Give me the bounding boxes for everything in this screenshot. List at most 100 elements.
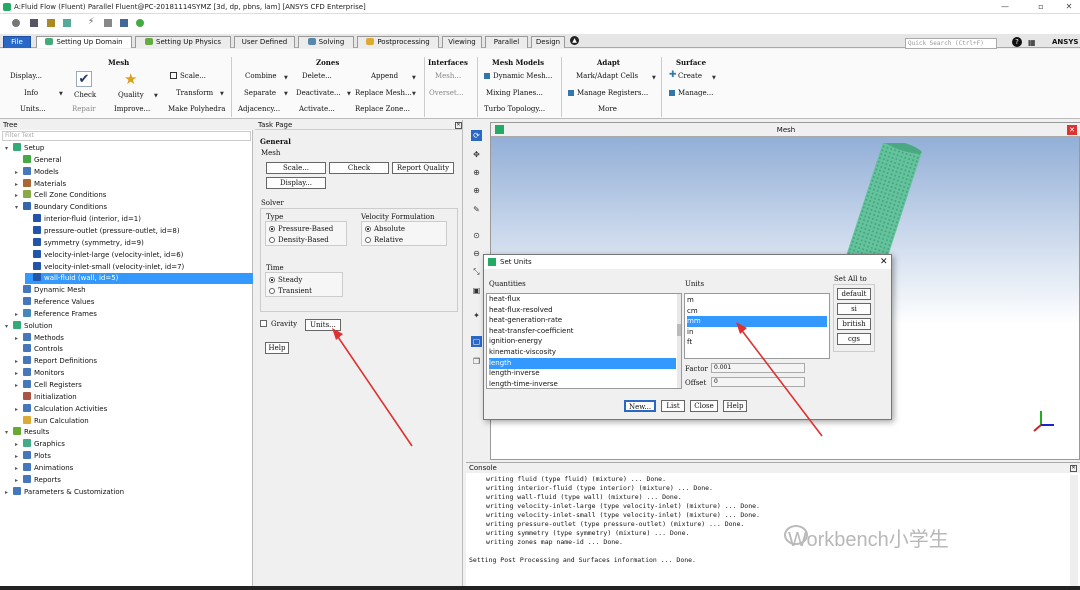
write-icon[interactable] (47, 19, 55, 27)
tree-item[interactable]: ▸ Materials (15, 178, 66, 190)
separate-dropdown-icon[interactable]: ▼ (284, 91, 288, 97)
tree-filter-input[interactable]: Filter Text (2, 131, 251, 141)
rotate-icon[interactable]: ⟳ (471, 130, 482, 141)
mesh-window-close-icon[interactable]: ✕ (1067, 125, 1077, 135)
console-scrollbar[interactable] (1070, 475, 1078, 589)
offset-field[interactable]: 0 (711, 377, 805, 387)
quantity-item[interactable]: heat-flux-resolved (489, 305, 676, 316)
tree-item[interactable]: ▾ Results (5, 427, 49, 438)
tree-item[interactable]: ▸ Reference Frames (15, 308, 97, 320)
expand-arrow-icon[interactable]: ▸ (15, 451, 23, 462)
quantities-scroll-thumb[interactable] (677, 324, 681, 336)
help-question-icon[interactable]: ? (1012, 37, 1022, 47)
set-all-si-button[interactable]: si (837, 303, 871, 315)
tree-item[interactable]: symmetry (symmetry, id=9) (25, 237, 144, 249)
surface-create-button[interactable]: Create (678, 72, 702, 80)
expand-arrow-icon[interactable]: ▸ (15, 380, 23, 391)
combine-dropdown-icon[interactable]: ▼ (284, 75, 288, 81)
dynamic-mesh-button[interactable]: Dynamic Mesh... (493, 72, 552, 80)
replace-mesh-dropdown-icon[interactable]: ▼ (412, 91, 416, 97)
gravity-checkbox[interactable] (260, 320, 267, 327)
set-all-british-button[interactable]: british (837, 318, 871, 330)
quantities-scrollbar[interactable] (677, 294, 681, 388)
units-button[interactable]: Units... (305, 319, 341, 331)
quantity-item[interactable]: length-time-inverse (489, 379, 676, 388)
replace-mesh-button[interactable]: Replace Mesh... (355, 89, 412, 97)
tab-solving[interactable]: Solving (298, 36, 354, 48)
pan-icon[interactable]: ✥ (471, 149, 482, 160)
unit-item[interactable]: mm (687, 316, 827, 328)
list-button[interactable]: List (661, 400, 685, 412)
mark-adapt-dropdown-icon[interactable]: ▼ (652, 75, 656, 81)
zones-delete-button[interactable]: Delete... (302, 72, 332, 80)
pressure-based-radio[interactable]: Pressure-Based (269, 225, 333, 233)
factor-field[interactable]: 0.001 (711, 363, 805, 373)
help-icon[interactable] (136, 19, 144, 27)
view-icon[interactable]: ▣ (471, 285, 482, 296)
tree-item[interactable]: General (15, 154, 62, 166)
relative-radio[interactable]: Relative (365, 236, 403, 244)
tree-item[interactable]: ▸ Methods (15, 332, 64, 344)
mesh-improve-button[interactable]: Improve... (114, 105, 150, 113)
graphics-icon[interactable] (120, 19, 128, 27)
probe-icon[interactable]: ✎ (471, 204, 482, 215)
tree-item[interactable]: ▸ Report Definitions (15, 356, 97, 367)
unit-item[interactable]: cm (687, 306, 827, 317)
zoom-out-icon[interactable]: ⊖ (471, 248, 482, 259)
set-all-cgs-button[interactable]: cgs (837, 333, 871, 345)
tree-item[interactable]: ▸ Monitors (15, 368, 64, 379)
mesh-check-button[interactable]: Check (74, 91, 96, 99)
zones-activate-button[interactable]: Activate... (299, 105, 335, 113)
density-based-radio[interactable]: Density-Based (269, 236, 329, 244)
mesh-display-button[interactable]: Display... (10, 72, 42, 80)
zones-deactivate-button[interactable]: Deactivate... (296, 89, 341, 97)
expand-arrow-icon[interactable]: ▸ (15, 404, 23, 415)
quantity-item[interactable]: length (489, 357, 676, 369)
expand-arrow-icon[interactable]: ▸ (15, 167, 23, 178)
transient-radio[interactable]: Transient (269, 287, 312, 295)
turbo-topology-button[interactable]: Turbo Topology... (484, 105, 545, 113)
expand-arrow-icon[interactable]: ▸ (15, 475, 23, 486)
quantity-item[interactable]: kinematic-viscosity (489, 347, 676, 358)
deactivate-dropdown-icon[interactable]: ▼ (347, 91, 351, 97)
absolute-radio[interactable]: Absolute (365, 225, 405, 233)
tree-item[interactable]: velocity-inlet-small (velocity-inlet, id… (25, 261, 184, 273)
copy-icon[interactable]: ❐ (471, 356, 482, 367)
settings-grid-icon[interactable]: ▦ (1028, 38, 1036, 47)
units-list[interactable]: m cm mm in ft (684, 293, 830, 359)
zones-append-button[interactable]: Append (371, 72, 398, 80)
replace-zone-button[interactable]: Replace Zone... (355, 105, 410, 113)
mesh-scale-button[interactable]: Scale... (180, 72, 206, 80)
mesh-transform-button[interactable]: Transform (176, 89, 213, 97)
tree-item[interactable]: Controls (15, 344, 63, 355)
quantity-item[interactable]: length-inverse (489, 368, 676, 379)
tree-item[interactable]: interior-fluid (interior, id=1) (25, 214, 141, 225)
expand-arrow-icon[interactable]: ▸ (15, 179, 23, 190)
tree-item[interactable]: pressure-outlet (pressure-outlet, id=8) (25, 225, 180, 237)
light-icon[interactable]: ✦ (471, 310, 482, 321)
tab-setting-up-domain[interactable]: Setting Up Domain (36, 36, 132, 48)
tab-user-defined[interactable]: User Defined (234, 36, 295, 48)
expand-arrow-icon[interactable]: ▸ (15, 356, 23, 367)
more-tabs-icon[interactable]: ▲ (570, 36, 579, 45)
tree-item[interactable]: wall-fluid (wall, id=5) (25, 273, 253, 285)
tab-design[interactable]: Design (531, 36, 565, 48)
close-button[interactable]: Close (690, 400, 718, 412)
adapt-more-button[interactable]: More (598, 105, 617, 113)
tree-item[interactable]: ▸ Cell Zone Conditions (15, 190, 106, 201)
scale-button[interactable]: Scale... (266, 162, 326, 174)
tree-item[interactable]: ▸ Parameters & Customization (5, 486, 124, 498)
mixing-planes-button[interactable]: Mixing Planes... (486, 89, 543, 97)
steady-radio[interactable]: Steady (269, 276, 302, 284)
tree-item[interactable]: velocity-inlet-large (velocity-inlet, id… (25, 249, 183, 261)
info-dropdown-icon[interactable]: ▼ (59, 91, 63, 97)
layout-icon[interactable] (104, 19, 112, 27)
tree-item[interactable]: ▸ Plots (15, 451, 51, 462)
zones-separate-button[interactable]: Separate (244, 89, 276, 97)
expand-arrow-icon[interactable]: ▸ (15, 309, 23, 320)
zones-adjacency-button[interactable]: Adjacency... (238, 105, 280, 113)
append-dropdown-icon[interactable]: ▼ (412, 75, 416, 81)
report-quality-button[interactable]: Report Quality (392, 162, 454, 174)
quantity-item[interactable]: ignition-energy (489, 336, 676, 347)
quick-search-input[interactable]: Quick Search (Ctrl+F) (905, 38, 997, 49)
